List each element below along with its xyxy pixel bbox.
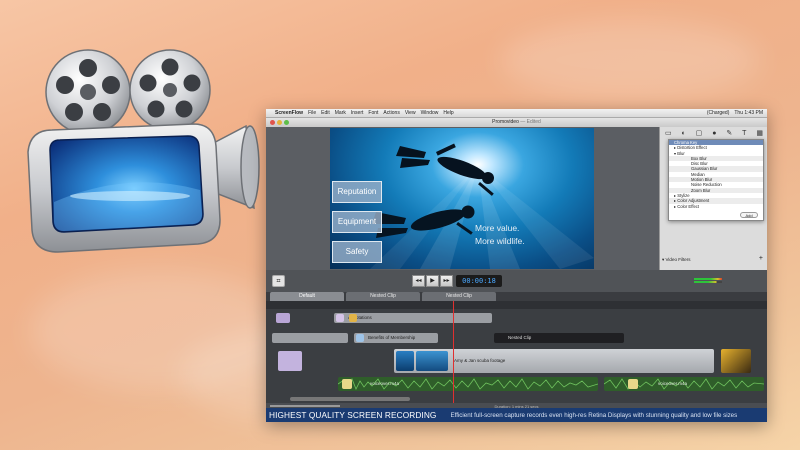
nested-clip-label: Nested Clip (508, 335, 532, 340)
banner-subtext: Efficient full-screen capture records ev… (450, 411, 738, 419)
text-clip-icon (349, 314, 357, 322)
minimize-window-button[interactable] (277, 120, 282, 125)
menu-actions[interactable]: Actions (383, 110, 399, 116)
zoom-slider[interactable] (270, 405, 340, 407)
film-reel-right (129, 49, 211, 131)
equipment-button[interactable]: Equipment (332, 211, 382, 233)
feature-banner: HIGHEST QUALITY SCREEN RECORDING Efficie… (266, 408, 767, 422)
audio-level-meter (694, 281, 722, 283)
menu-app-name[interactable]: ScreenFlow (275, 110, 303, 116)
tab-nested-clip[interactable]: Nested Clip (346, 292, 420, 301)
menu-help[interactable]: Help (443, 110, 453, 116)
document-status: — Edited (520, 119, 541, 125)
tab-default[interactable]: Default (270, 292, 344, 301)
timeline-scrollbar[interactable] (290, 397, 410, 401)
video-preview[interactable]: Reputation Equipment Safety More value. … (330, 128, 594, 269)
canvas-area: Reputation Equipment Safety More value. … (266, 127, 659, 270)
close-window-button[interactable] (270, 120, 275, 125)
rewind-button[interactable]: ◂◂ (412, 275, 425, 287)
info-icon (356, 334, 364, 342)
overlay-text-line-2: More wildlife. (475, 236, 525, 246)
tab-nested-clip[interactable]: Nested Clip (422, 292, 496, 301)
zoom-window-button[interactable] (284, 120, 289, 125)
inspector-panel: ▭ ◐ ▢ ● ✎ T ▦ Chroma Key ▸ Distortion Ef… (659, 127, 767, 284)
callout-icon[interactable]: ● (712, 130, 716, 137)
clip-thumbnail[interactable] (278, 351, 302, 371)
battery-status[interactable]: (Charged) (707, 110, 730, 116)
inspector-toolbar: ▭ ◐ ▢ ● ✎ T ▦ (660, 128, 767, 138)
annotations-clip[interactable]: Annotations (334, 313, 492, 323)
safety-button[interactable]: Safety (332, 241, 382, 263)
audio-clip-label: voiceover.m4a (370, 381, 400, 386)
reputation-button[interactable]: Reputation (332, 181, 382, 203)
media-library-icon[interactable]: ▦ (756, 129, 763, 137)
screen-recording-icon[interactable]: ▢ (696, 129, 703, 137)
screenflow-window: ScreenFlow File Edit Mark Insert Font Ac… (266, 109, 767, 422)
film-reel-left (45, 49, 131, 135)
menu-view[interactable]: View (405, 110, 416, 116)
menu-font[interactable]: Font (368, 110, 378, 116)
audio-properties-icon[interactable]: ◐ (682, 130, 686, 137)
speaker-icon (342, 379, 352, 389)
grey-clip[interactable] (272, 333, 348, 343)
background-cloud (500, 20, 760, 100)
video-thumbnail (396, 351, 414, 371)
playhead[interactable] (453, 301, 454, 403)
transport-bar: ⌗ ◂◂ ▶ ▸▸ 00:00:18 (266, 270, 767, 292)
video-properties-icon[interactable]: ▭ (665, 129, 672, 137)
timeline-ruler[interactable] (266, 301, 767, 309)
annotation-icon (336, 314, 344, 322)
membership-clip[interactable]: Benefits of Membership (354, 333, 438, 343)
screenflow-app-icon (27, 49, 260, 253)
nested-clip[interactable]: Nested Clip (494, 333, 624, 343)
text-icon[interactable]: T (742, 130, 746, 137)
add-video-filter-icon[interactable]: + (759, 255, 763, 262)
video-clip-label: Amy & Jan scuba footage (454, 358, 506, 363)
video-thumbnail (721, 349, 751, 373)
filter-menu-item[interactable]: ▸ Color Effect (669, 204, 763, 209)
audio-clip-label: voiceover.m4a (658, 381, 688, 386)
document-title: Promovideo (492, 119, 519, 125)
video-filters-label: ▾ Video Filters (662, 257, 691, 262)
menu-edit[interactable]: Edit (321, 110, 330, 116)
menu-window[interactable]: Window (421, 110, 439, 116)
menu-status: (Charged) Thu 1:43 PM (707, 110, 763, 116)
video-thumbnail (416, 351, 448, 371)
menu-file[interactable]: File (308, 110, 316, 116)
video-filters-text: Video Filters (665, 257, 691, 262)
fast-forward-button[interactable]: ▸▸ (440, 275, 453, 287)
window-titlebar: Promovideo — Edited (266, 118, 767, 127)
menu-mark[interactable]: Mark (335, 110, 346, 116)
menu-bar: ScreenFlow File Edit Mark Insert Font Ac… (266, 109, 767, 118)
touch-icon[interactable]: ✎ (726, 129, 732, 137)
clip-thumbnail[interactable] (276, 313, 290, 323)
banner-headline: HIGHEST QUALITY SCREEN RECORDING (269, 410, 437, 420)
voiceover-audio-clip[interactable]: voiceover.m4a (338, 377, 598, 391)
speaker-icon (628, 379, 638, 389)
timeline-tracks: Annotations Benefits of Membership Neste… (266, 309, 767, 403)
menu-clock[interactable]: Thu 1:43 PM (734, 110, 763, 116)
play-button[interactable]: ▶ (426, 275, 439, 287)
add-filter-button[interactable]: Add (740, 212, 758, 218)
camera-body (27, 123, 221, 253)
timecode-display: 00:00:18 (456, 275, 502, 287)
video-filter-menu: Chroma Key ▸ Distortion Effect ▾ Blur Bo… (668, 139, 764, 221)
menu-insert[interactable]: Insert (351, 110, 364, 116)
audio-level-meter (694, 278, 722, 280)
timeline-tabs: Default Nested Clip Nested Clip (266, 292, 767, 301)
crop-icon[interactable]: ⌗ (272, 275, 285, 287)
overlay-text-line-1: More value. (475, 223, 520, 233)
membership-clip-label: Benefits of Membership (368, 335, 416, 340)
